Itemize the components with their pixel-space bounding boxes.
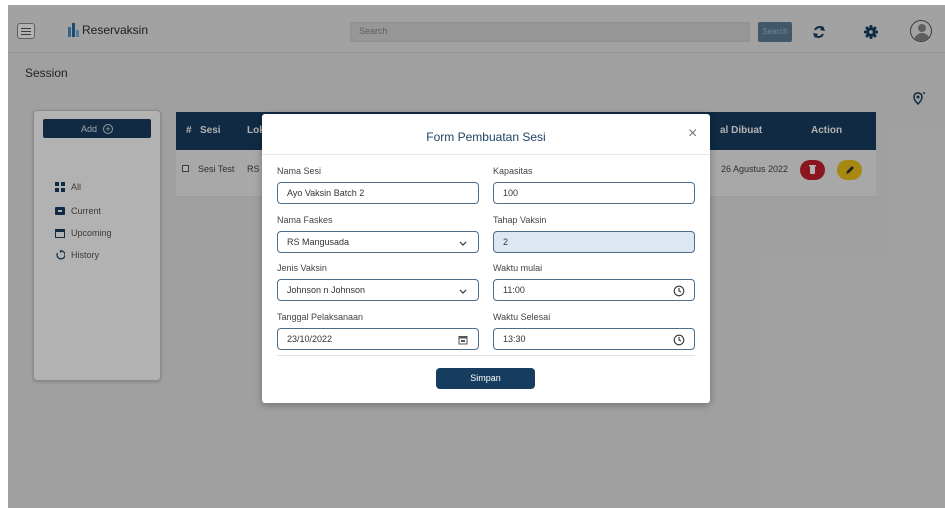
clock-icon[interactable] — [673, 285, 685, 297]
divider — [277, 355, 695, 356]
tahap-vaksin-label: Tahap Vaksin — [493, 215, 547, 225]
nama-faskes-select[interactable]: RS Mangusada — [277, 231, 479, 253]
jenis-vaksin-label: Jenis Vaksin — [277, 263, 327, 273]
create-session-modal: Form Pembuatan Sesi × Nama Sesi Ayo Vaks… — [262, 114, 710, 403]
kapasitas-label: Kapasitas — [493, 166, 533, 176]
jenis-vaksin-select[interactable]: Johnson n Johnson — [277, 279, 479, 301]
waktu-mulai-value: 11:00 — [503, 285, 525, 295]
chevron-down-icon — [459, 241, 467, 246]
waktu-mulai-label: Waktu mulai — [493, 263, 543, 273]
app-window: Reservaksin Search Search Session Add + … — [8, 5, 945, 508]
clock-icon[interactable] — [673, 334, 685, 346]
modal-title: Form Pembuatan Sesi — [426, 130, 546, 144]
save-button[interactable]: Simpan — [436, 368, 535, 389]
tanggal-label: Tanggal Pelaksanaan — [277, 312, 364, 322]
waktu-selesai-input[interactable]: 13:30 — [493, 328, 695, 350]
tanggal-input[interactable]: 23/10/2022 — [277, 328, 479, 350]
chevron-down-icon — [459, 289, 467, 294]
waktu-selesai-label: Waktu Selesai — [493, 312, 551, 322]
kapasitas-input[interactable]: 100 — [493, 182, 695, 204]
tahap-vaksin-input: 2 — [493, 231, 695, 253]
waktu-selesai-value: 13:30 — [503, 334, 526, 344]
close-icon[interactable]: × — [688, 126, 697, 142]
nama-faskes-value: RS Mangusada — [287, 237, 350, 247]
calendar-icon[interactable] — [457, 334, 469, 346]
tanggal-value: 23/10/2022 — [287, 334, 333, 344]
nama-sesi-label: Nama Sesi — [277, 166, 322, 176]
jenis-vaksin-value: Johnson n Johnson — [287, 285, 366, 295]
nama-faskes-label: Nama Faskes — [277, 215, 333, 225]
waktu-mulai-input[interactable]: 11:00 — [493, 279, 695, 301]
nama-sesi-input[interactable]: Ayo Vaksin Batch 2 — [277, 182, 479, 204]
divider — [262, 154, 710, 155]
